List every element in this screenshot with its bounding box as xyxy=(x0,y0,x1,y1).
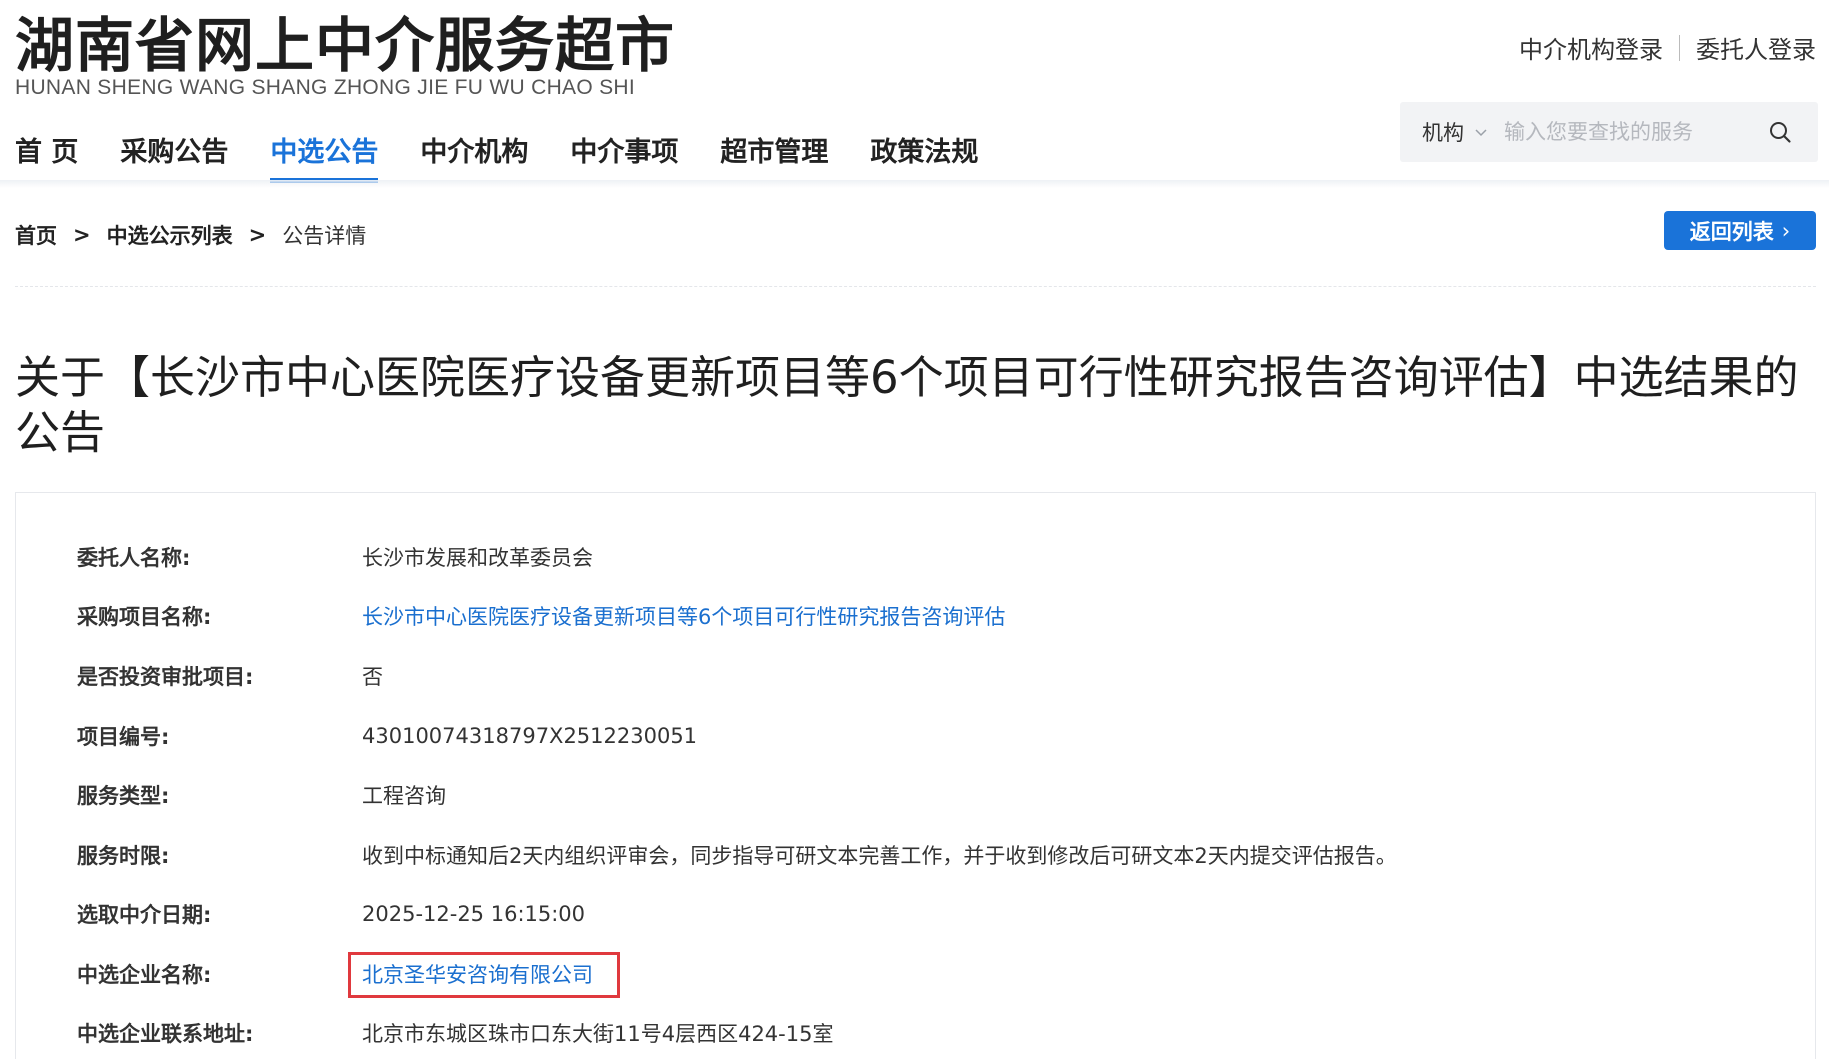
page: 湖南省网上中介服务超市 HUNAN SHENG WANG SHANG ZHONG… xyxy=(0,0,1829,1059)
breadcrumb-current: 公告详情 xyxy=(282,224,367,248)
notice-title: 关于【长沙市中心医院医疗设备更新项目等6个项目可行性研究报告咨询评估】中选结果的… xyxy=(15,351,1799,459)
divider xyxy=(15,286,1816,287)
detail-row-project-number: 项目编号: 43010074318797X2512230051 xyxy=(77,721,697,751)
detail-label: 中选企业联系地址: xyxy=(77,1022,254,1046)
top-links: 中介机构登录 委托人登录 xyxy=(1519,30,1816,65)
breadcrumb-separator: > xyxy=(73,223,91,247)
search-box: 机构 xyxy=(1400,102,1818,162)
detail-row-client: 委托人名称: 长沙市发展和改革委员会 xyxy=(77,542,593,572)
detail-value: 长沙市发展和改革委员会 xyxy=(362,546,593,570)
search-input[interactable] xyxy=(1504,120,1744,144)
nav-item-matters[interactable]: 中介事项 xyxy=(570,130,678,183)
top-links-divider xyxy=(1679,34,1680,61)
main-nav: 首 页 采购公告 中选公告 中介机构 中介事项 超市管理 政策法规 xyxy=(15,130,1020,183)
site-subtitle: HUNAN SHENG WANG SHANG ZHONG JIE FU WU C… xyxy=(15,76,636,99)
breadcrumb: 首页 > 中选公示列表 > 公告详情 xyxy=(15,220,366,250)
detail-label: 服务时限: xyxy=(77,844,170,868)
search-type-select[interactable]: 机构 xyxy=(1422,117,1464,147)
detail-row-service-type: 服务类型: 工程咨询 xyxy=(77,780,446,810)
client-login-link[interactable]: 委托人登录 xyxy=(1696,30,1816,65)
detail-label: 服务类型: xyxy=(77,784,170,808)
detail-value: 否 xyxy=(362,665,383,689)
detail-row-project-name: 采购项目名称: 长沙市中心医院医疗设备更新项目等6个项目可行性研究报告咨询评估 xyxy=(77,601,1005,631)
detail-label: 中选企业名称: xyxy=(77,963,212,987)
chevron-right-icon: › xyxy=(1781,218,1791,243)
detail-row-investment-approval: 是否投资审批项目: 否 xyxy=(77,661,383,691)
agency-login-link[interactable]: 中介机构登录 xyxy=(1519,30,1663,65)
nav-item-policies[interactable]: 政策法规 xyxy=(870,130,978,183)
selected-company-highlight xyxy=(348,952,620,998)
breadcrumb-list[interactable]: 中选公示列表 xyxy=(107,220,233,250)
detail-row-selection-date: 选取中介日期: 2025-12-25 16:15:00 xyxy=(77,899,585,929)
detail-label: 委托人名称: xyxy=(77,546,191,570)
details-panel: 委托人名称: 长沙市发展和改革委员会 采购项目名称: 长沙市中心医院医疗设备更新… xyxy=(15,492,1816,1059)
breadcrumb-separator: > xyxy=(248,223,267,247)
back-to-list-button[interactable]: 返回列表 › xyxy=(1664,211,1816,250)
detail-value: 43010074318797X2512230051 xyxy=(362,724,698,748)
back-to-list-label: 返回列表 xyxy=(1689,219,1774,244)
site-title: 湖南省网上中介服务超市 xyxy=(15,11,676,80)
detail-label: 采购项目名称: xyxy=(77,605,212,629)
detail-label: 是否投资审批项目: xyxy=(77,665,254,689)
nav-item-agencies[interactable]: 中介机构 xyxy=(420,130,528,183)
detail-row-service-period: 服务时限: 收到中标通知后2天内组织评审会，同步指导可研文本完善工作，并于收到修… xyxy=(77,840,1397,870)
detail-value: 收到中标通知后2天内组织评审会，同步指导可研文本完善工作，并于收到修改后可研文本… xyxy=(362,844,1397,868)
header-shadow xyxy=(0,180,1829,188)
nav-item-selection-notice[interactable]: 中选公告 xyxy=(270,130,379,183)
search-icon[interactable] xyxy=(1768,120,1792,144)
detail-label: 选取中介日期: xyxy=(77,903,212,927)
project-name-link[interactable]: 长沙市中心医院医疗设备更新项目等6个项目可行性研究报告咨询评估 xyxy=(362,601,1005,631)
detail-value: 工程咨询 xyxy=(362,784,446,808)
nav-item-home[interactable]: 首 页 xyxy=(15,130,78,183)
detail-row-company-address: 中选企业联系地址: 北京市东城区珠市口东大街11号4层西区424-15室 xyxy=(77,1018,833,1048)
nav-item-procurement[interactable]: 采购公告 xyxy=(120,130,228,183)
detail-label: 项目编号: xyxy=(77,725,170,749)
nav-item-market-management[interactable]: 超市管理 xyxy=(720,130,828,183)
detail-value: 北京市东城区珠市口东大街11号4层西区424-15室 xyxy=(362,1022,834,1046)
detail-value: 2025-12-25 16:15:00 xyxy=(362,902,586,926)
breadcrumb-home[interactable]: 首页 xyxy=(15,220,57,250)
chevron-down-icon[interactable] xyxy=(1474,125,1488,139)
